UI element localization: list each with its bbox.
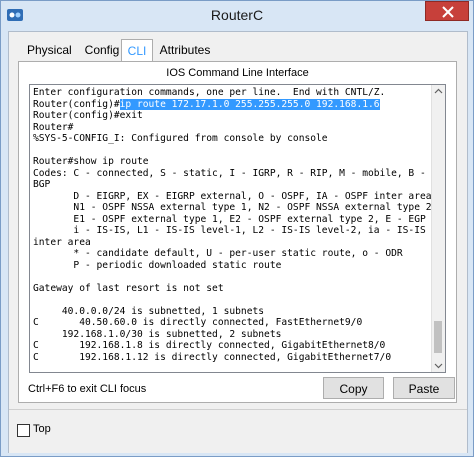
top-checkbox-label: Top	[33, 423, 51, 435]
terminal-line: D - EIGRP, EX - EIGRP external, O - OSPF…	[33, 190, 432, 202]
router-window: RouterC Physical Config CLI Attributes I…	[0, 0, 474, 457]
tab-physical[interactable]: Physical	[27, 41, 72, 61]
terminal-line: Router#show ip route	[33, 156, 149, 167]
scroll-up-button[interactable]	[432, 85, 445, 98]
terminal-line: BGP	[33, 179, 51, 190]
client-area: Physical Config CLI Attributes IOS Comma…	[8, 31, 468, 453]
tab-cli[interactable]: CLI	[121, 39, 153, 62]
prompt-text: Router(config)#	[33, 98, 120, 110]
terminal-line: i - IS-IS, L1 - IS-IS level-1, L2 - IS-I…	[33, 225, 426, 236]
terminal-line: C 192.168.1.12 is directly connected, Gi…	[33, 351, 392, 363]
close-button[interactable]	[425, 1, 469, 21]
terminal-line: Gateway of last resort is not set	[33, 282, 224, 294]
terminal-line: C 40.50.60.0 is directly connected, Fast…	[33, 317, 363, 328]
arrow-down-icon	[434, 363, 443, 369]
terminal-line: Router#	[33, 121, 74, 133]
terminal-scrollbar[interactable]	[431, 85, 445, 372]
close-icon	[442, 6, 454, 18]
terminal-line: 192.168.1.0/30 is subnetted, 2 subnets	[33, 328, 282, 340]
terminal-line: C 192.168.1.8 is directly connected, Gig…	[33, 340, 386, 351]
scroll-thumb[interactable]	[434, 321, 442, 353]
terminal-line: Codes: C - connected, S - static, I - IG…	[33, 167, 426, 179]
tab-attributes[interactable]: Attributes	[159, 41, 211, 61]
terminal-line: * - candidate default, U - per-user stat…	[33, 248, 403, 259]
copy-button[interactable]: Copy	[323, 377, 384, 399]
arrow-up-icon	[434, 88, 443, 94]
bottom-bar: Top	[9, 409, 467, 453]
paste-button[interactable]: Paste	[393, 377, 455, 399]
tab-config[interactable]: Config	[83, 41, 121, 61]
title-bar[interactable]: RouterC	[1, 1, 473, 31]
terminal-line: Enter configuration commands, one per li…	[33, 87, 386, 98]
terminal-line: inter area	[33, 236, 91, 248]
selected-command: ip route 172.17.1.0 255.255.255.0 192.16…	[119, 98, 380, 110]
terminal-output[interactable]: Enter configuration commands, one per li…	[33, 87, 432, 363]
terminal-line: N1 - OSPF NSSA external type 1, N2 - OSP…	[33, 202, 432, 213]
cli-focus-hint: Ctrl+F6 to exit CLI focus	[28, 383, 147, 395]
terminal-line: P - periodic downloaded static route	[33, 259, 282, 271]
window-title: RouterC	[210, 7, 264, 23]
terminal-line: E1 - OSPF external type 1, E2 - OSPF ext…	[33, 213, 426, 225]
terminal-line: Router(config)#exit	[33, 110, 143, 121]
terminal-line: 40.0.0.0/24 is subnetted, 1 subnets	[33, 305, 265, 317]
cli-panel: IOS Command Line Interface Enter configu…	[18, 61, 457, 403]
top-checkbox[interactable]	[17, 424, 30, 437]
terminal-line: %SYS-5-CONFIG_I: Configured from console…	[33, 133, 328, 144]
cli-terminal[interactable]: Enter configuration commands, one per li…	[29, 84, 446, 373]
panel-title: IOS Command Line Interface	[166, 67, 309, 79]
scroll-down-button[interactable]	[432, 359, 445, 372]
terminal-line: Router(config)#ip route 172.17.1.0 255.2…	[33, 98, 431, 111]
